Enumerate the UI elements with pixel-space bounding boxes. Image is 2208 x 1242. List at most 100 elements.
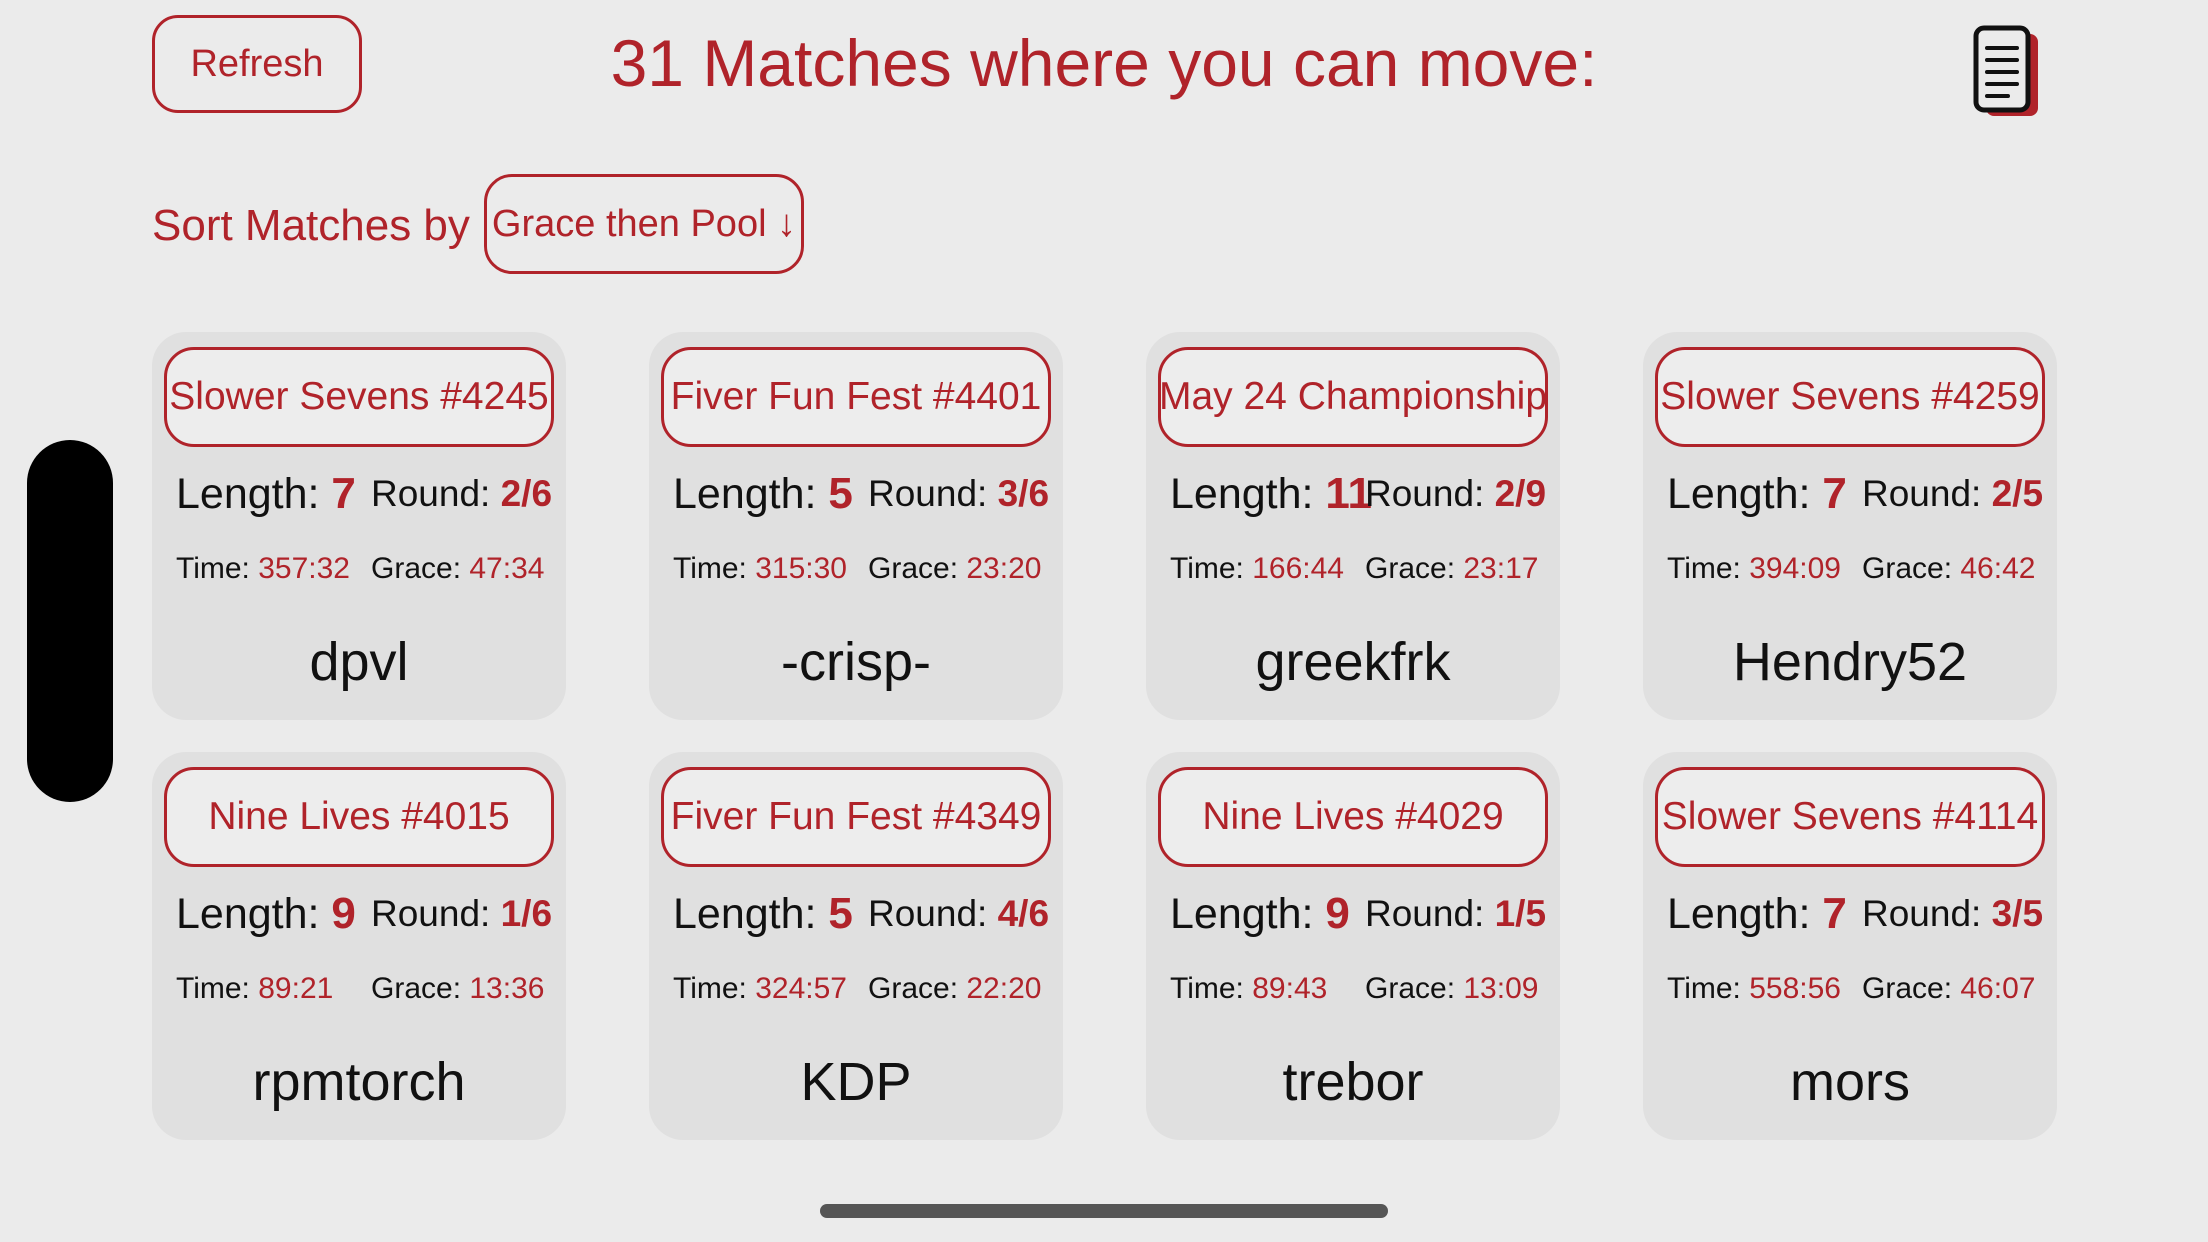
length-label: Length:	[176, 470, 332, 518]
event-button[interactable]: Fiver Fun Fest #4401	[661, 347, 1051, 447]
grace-label: Grace:	[1862, 972, 1961, 1005]
round-label: Round:	[371, 893, 501, 934]
time-field: Time: 315:30	[673, 544, 847, 594]
match-card[interactable]: Nine Lives #4015 Length: 9 Round: 1/6 Ti…	[152, 752, 566, 1140]
document-icon[interactable]	[1972, 24, 2044, 124]
round-label: Round:	[1365, 893, 1495, 934]
round-value: 3/6	[997, 473, 1050, 514]
grace-value: 46:42	[1960, 552, 2036, 585]
time-value: 315:30	[755, 552, 847, 585]
match-card[interactable]: Nine Lives #4029 Length: 9 Round: 1/5 Ti…	[1146, 752, 1560, 1140]
grace-field: Grace: 22:20	[868, 964, 1041, 1014]
length-value: 7	[1822, 469, 1847, 518]
round-field: Round: 2/9	[1365, 462, 1546, 526]
length-label: Length:	[1170, 470, 1326, 518]
length-label: Length:	[1667, 890, 1823, 938]
grace-label: Grace:	[1365, 552, 1464, 585]
match-list-screen: Refresh 31 Matches where you can move: S…	[0, 0, 2208, 1242]
time-field: Time: 357:32	[176, 544, 350, 594]
match-card[interactable]: Slower Sevens #4245 Length: 7 Round: 2/6…	[152, 332, 566, 720]
grace-label: Grace:	[371, 972, 470, 1005]
round-value: 2/6	[500, 473, 553, 514]
sort-dropdown[interactable]: Grace then Pool ↓	[484, 174, 804, 274]
match-card[interactable]: Fiver Fun Fest #4349 Length: 5 Round: 4/…	[649, 752, 1063, 1140]
match-card[interactable]: Slower Sevens #4114 Length: 7 Round: 3/5…	[1643, 752, 2057, 1140]
round-label: Round:	[1862, 473, 1992, 514]
grace-field: Grace: 13:36	[371, 964, 544, 1014]
grace-value: 47:34	[469, 552, 545, 585]
grace-value: 46:07	[1960, 972, 2036, 1005]
opponent-name: Hendry52	[1732, 632, 1968, 692]
event-button[interactable]: Fiver Fun Fest #4349	[661, 767, 1051, 867]
time-field: Time: 166:44	[1170, 544, 1344, 594]
round-value: 1/5	[1494, 893, 1547, 934]
time-field: Time: 558:56	[1667, 964, 1841, 1014]
length-field: Length: 5	[673, 882, 853, 946]
time-label: Time:	[176, 552, 259, 585]
opponent-name: -crisp-	[781, 632, 931, 692]
time-value: 357:32	[258, 552, 350, 585]
match-card[interactable]: Slower Sevens #4259 Length: 7 Round: 2/5…	[1643, 332, 2057, 720]
opponent-name: rpmtorch	[252, 1052, 466, 1112]
round-value: 1/6	[500, 893, 553, 934]
match-card[interactable]: May 24 Championship Length: 11 Round: 2/…	[1146, 332, 1560, 720]
round-field: Round: 4/6	[868, 882, 1049, 946]
length-field: Length: 7	[1667, 882, 1847, 946]
time-value: 166:44	[1252, 552, 1344, 585]
grace-value: 23:17	[1463, 552, 1539, 585]
length-value: 7	[1822, 889, 1847, 938]
length-field: Length: 5	[673, 462, 853, 526]
time-value: 89:43	[1252, 972, 1328, 1005]
grace-field: Grace: 46:07	[1862, 964, 2035, 1014]
opponent-name: mors	[1790, 1052, 1910, 1112]
length-label: Length:	[673, 890, 829, 938]
match-grid: Slower Sevens #4245 Length: 7 Round: 2/6…	[152, 332, 2057, 1140]
opponent-name: dpvl	[309, 632, 409, 692]
length-label: Length:	[176, 890, 332, 938]
grace-label: Grace:	[868, 552, 967, 585]
time-value: 324:57	[755, 972, 847, 1005]
length-value: 5	[828, 469, 853, 518]
event-button[interactable]: Slower Sevens #4259	[1655, 347, 2045, 447]
grace-field: Grace: 47:34	[371, 544, 544, 594]
event-button[interactable]: Slower Sevens #4245	[164, 347, 554, 447]
round-field: Round: 2/6	[371, 462, 552, 526]
event-button[interactable]: May 24 Championship	[1158, 347, 1548, 447]
grace-field: Grace: 23:17	[1365, 544, 1538, 594]
home-indicator[interactable]	[820, 1204, 1388, 1218]
opponent-name: greekfrk	[1255, 632, 1451, 692]
page-title: 31 Matches where you can move:	[610, 26, 1598, 100]
time-field: Time: 394:09	[1667, 544, 1841, 594]
time-label: Time:	[1667, 972, 1750, 1005]
length-field: Length: 7	[176, 462, 356, 526]
length-field: Length: 9	[1170, 882, 1350, 946]
length-label: Length:	[1667, 470, 1823, 518]
match-card[interactable]: Fiver Fun Fest #4401 Length: 5 Round: 3/…	[649, 332, 1063, 720]
grace-value: 22:20	[966, 972, 1042, 1005]
time-value: 394:09	[1749, 552, 1841, 585]
round-value: 2/5	[1991, 473, 2044, 514]
grace-label: Grace:	[371, 552, 470, 585]
length-label: Length:	[673, 470, 829, 518]
time-label: Time:	[1170, 552, 1253, 585]
grace-label: Grace:	[1365, 972, 1464, 1005]
time-field: Time: 89:21	[176, 964, 333, 1014]
round-label: Round:	[1365, 473, 1495, 514]
round-field: Round: 1/5	[1365, 882, 1546, 946]
opponent-name: trebor	[1282, 1052, 1424, 1112]
grace-field: Grace: 13:09	[1365, 964, 1538, 1014]
round-value: 4/6	[997, 893, 1050, 934]
event-button[interactable]: Nine Lives #4029	[1158, 767, 1548, 867]
time-label: Time:	[1170, 972, 1253, 1005]
side-drawer-handle[interactable]	[27, 440, 113, 802]
grace-field: Grace: 23:20	[868, 544, 1041, 594]
time-label: Time:	[1667, 552, 1750, 585]
length-label: Length:	[1170, 890, 1326, 938]
round-label: Round:	[1862, 893, 1992, 934]
event-button[interactable]: Nine Lives #4015	[164, 767, 554, 867]
round-label: Round:	[868, 893, 998, 934]
round-field: Round: 2/5	[1862, 462, 2043, 526]
event-button[interactable]: Slower Sevens #4114	[1655, 767, 2045, 867]
time-label: Time:	[673, 972, 756, 1005]
round-value: 3/5	[1991, 893, 2044, 934]
